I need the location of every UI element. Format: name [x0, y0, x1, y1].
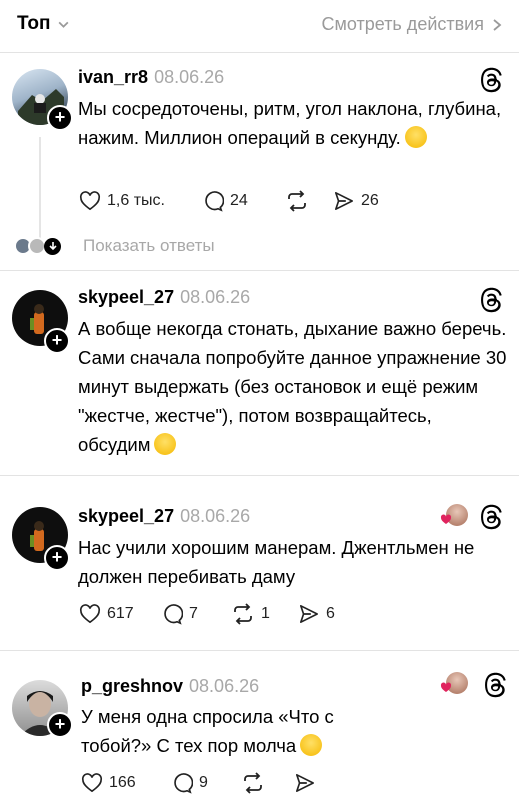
reply-button[interactable]: 24 — [202, 190, 285, 212]
repost-icon — [288, 190, 306, 212]
post-text: Нас учили хорошим манерам. Джентльмен не… — [78, 537, 475, 587]
send-icon — [335, 192, 353, 210]
like-button[interactable]: 166 — [81, 773, 171, 793]
liked-by-author-badge — [440, 672, 468, 698]
like-count: 1,6 тыс. — [107, 192, 165, 209]
view-actions-label: Смотреть действия — [321, 14, 484, 34]
repost-button[interactable] — [285, 190, 333, 212]
view-actions-link[interactable]: Смотреть действия — [322, 14, 502, 35]
post-actions: 166 9 — [81, 772, 316, 794]
post-card: + p_greshnov 08.06.26 У меня одна спросил… — [0, 650, 519, 800]
post-date: 08.06.26 — [180, 287, 251, 307]
chevron-right-icon — [493, 18, 502, 31]
share-count: 6 — [326, 605, 335, 622]
follow-plus-button[interactable]: + — [47, 712, 73, 738]
comment-icon — [164, 604, 183, 625]
grinning-emoji — [404, 126, 427, 148]
post-actions: 617 7 1 6 — [79, 603, 335, 625]
post-text: У меня одна спросила «Что с тобой?» С те… — [81, 706, 334, 756]
username[interactable]: p_greshnov — [81, 676, 183, 696]
share-button[interactable]: 6 — [298, 604, 335, 624]
tears-of-joy-emoji — [154, 433, 177, 455]
reply-button[interactable]: 9 — [171, 772, 241, 794]
like-count: 166 — [109, 774, 136, 791]
heart-icon — [81, 773, 103, 793]
thread-line — [39, 137, 41, 239]
follow-plus-button[interactable]: + — [47, 105, 73, 131]
reply-count: 24 — [230, 192, 248, 209]
reply-button[interactable]: 7 — [161, 603, 231, 625]
username-row: skypeel_27 08.06.26 — [78, 506, 250, 527]
like-button[interactable]: 617 — [79, 604, 161, 624]
top-bar: Топ Смотреть действия — [0, 0, 519, 52]
reply-count: 9 — [199, 774, 208, 791]
heart-icon — [440, 682, 452, 692]
post-card: + ivan_rr8 08.06.26 Мы сосредоточены, рит… — [0, 52, 519, 270]
threads-logo-icon[interactable] — [478, 67, 504, 93]
send-icon — [296, 774, 314, 792]
arrow-down-icon — [44, 237, 61, 255]
share-count: 26 — [361, 192, 379, 209]
username[interactable]: skypeel_27 — [78, 506, 174, 526]
post-date: 08.06.26 — [189, 676, 260, 696]
repost-icon — [244, 772, 262, 794]
send-icon — [300, 605, 318, 623]
liked-by-author-badge — [440, 504, 468, 530]
username-row: ivan_rr8 08.06.26 — [78, 67, 224, 88]
username[interactable]: skypeel_27 — [78, 287, 174, 307]
post-text: А вобще некогда стонать, дыхание важно б… — [78, 318, 507, 455]
reply-count: 7 — [189, 605, 198, 622]
post-card: + skypeel_27 08.06.26 Нас учили хорошим м… — [0, 475, 519, 650]
share-button[interactable] — [294, 773, 316, 793]
repost-button[interactable]: 1 — [231, 603, 298, 625]
follow-plus-button[interactable]: + — [44, 328, 70, 354]
like-count: 617 — [107, 605, 134, 622]
post-date: 08.06.26 — [154, 67, 225, 87]
zipper-mouth-emoji — [300, 734, 323, 756]
username-row: skypeel_27 08.06.26 — [78, 287, 250, 308]
comment-icon — [205, 191, 224, 212]
sort-dropdown[interactable]: Топ — [17, 13, 70, 35]
threads-logo-icon[interactable] — [478, 504, 504, 530]
like-button[interactable]: 1,6 тыс. — [79, 191, 202, 211]
username-row: p_greshnov 08.06.26 — [81, 676, 259, 697]
heart-icon — [440, 514, 452, 524]
repost-button[interactable] — [241, 772, 294, 794]
show-replies-row[interactable]: Показать ответы — [14, 236, 215, 256]
follow-plus-button[interactable]: + — [44, 545, 70, 571]
threads-logo-icon[interactable] — [482, 672, 508, 698]
repost-icon — [234, 603, 252, 625]
post-date: 08.06.26 — [180, 506, 251, 526]
post-text: Мы сосредоточены, ритм, угол наклона, гл… — [78, 98, 502, 148]
share-button[interactable]: 26 — [333, 191, 379, 211]
heart-icon — [79, 191, 101, 211]
threads-logo-icon[interactable] — [478, 287, 504, 313]
sort-label: Топ — [17, 13, 51, 34]
post-card: + skypeel_27 08.06.26 А вобще некогда сто… — [0, 270, 519, 475]
comment-icon — [174, 773, 193, 794]
username[interactable]: ivan_rr8 — [78, 67, 148, 87]
repost-count: 1 — [261, 605, 270, 622]
post-actions: 1,6 тыс. 24 26 — [79, 190, 379, 212]
chevron-down-icon — [58, 21, 68, 28]
heart-icon — [79, 604, 101, 624]
show-replies-label: Показать ответы — [83, 236, 215, 255]
